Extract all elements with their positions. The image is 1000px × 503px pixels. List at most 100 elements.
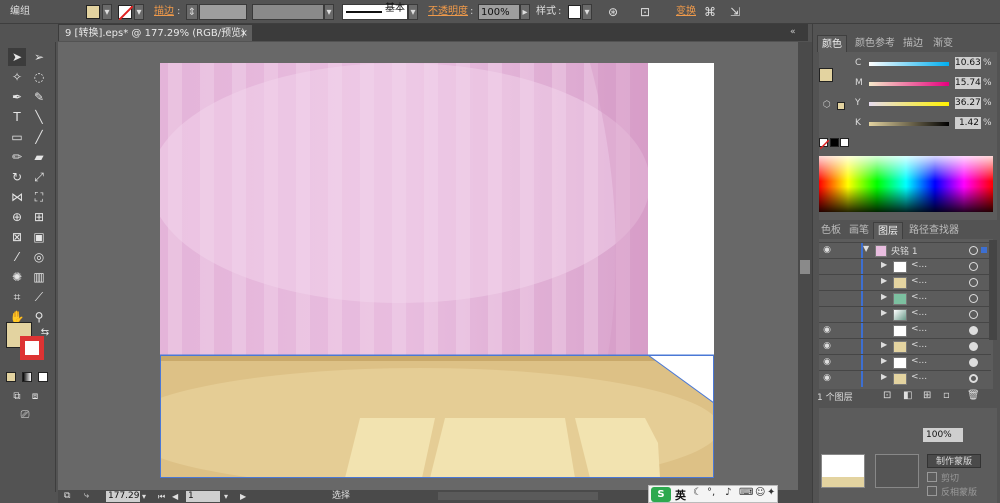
recolor-icon[interactable]: ⊛ [608,4,618,20]
pen-tool-icon[interactable]: ✒ [8,88,26,106]
shape-builder-tool-icon[interactable]: ⊕ [8,208,26,226]
horizontal-scrollbar[interactable] [438,492,598,500]
lasso-tool-icon[interactable]: ◌ [30,68,48,86]
white-swatch[interactable] [840,138,849,147]
mesh-tool-icon[interactable]: ⊠ [8,228,26,246]
swap-colors-icon[interactable]: ⇆ [36,324,54,342]
stroke-swatch[interactable] [118,5,134,21]
document-tab[interactable]: 9 [转换].eps* @ 177.29% (RGB/预览) × [58,24,253,41]
opacity-dropdown[interactable]: ▸ [520,4,530,20]
scroll-thumb[interactable] [800,260,810,274]
first-page-icon[interactable]: ⏮ [158,490,165,503]
screen-mode-icon[interactable]: ⎚ [16,406,34,424]
align-icon[interactable]: ⊡ [640,4,650,20]
color-mode-icon[interactable] [6,372,16,382]
transparency-opacity[interactable]: 100% [923,428,963,442]
transform-link[interactable]: 变换 [676,4,696,20]
rotate-tool-icon[interactable]: ↻ [8,168,26,186]
prev-page-icon[interactable]: ◀ [172,490,178,503]
gradient-mode-icon[interactable] [22,372,32,382]
eraser-tool-icon[interactable]: ▰ [30,148,48,166]
tab-gradient[interactable]: 渐变 [929,35,957,52]
layers-scrollbar[interactable] [989,240,997,340]
variable-width-dropdown[interactable]: ▾ [324,4,334,20]
tab-layers[interactable]: 图层 [873,222,903,239]
artboard[interactable] [160,63,714,478]
ime-mic-icon[interactable]: ♪ [725,487,731,498]
sublayer-row[interactable]: ◉ <... [819,322,991,339]
free-transform-tool-icon[interactable]: ⛶ [30,188,48,206]
new-layer-icon[interactable]: ▫ [943,390,950,401]
target-circle-icon[interactable] [969,278,978,287]
fill-swatch[interactable] [86,5,100,19]
vertical-scrollbar[interactable] [798,42,812,492]
tab-color-guide[interactable]: 颜色参考 [851,35,899,52]
stroke-weight-input[interactable] [199,4,247,20]
sublayer-row[interactable]: ◉ ▶ <... [819,370,991,387]
visibility-eye-icon[interactable]: ◉ [820,325,834,337]
zoom-dropdown[interactable]: ▾ [142,490,146,503]
close-icon[interactable]: × [240,25,248,42]
target-circle-icon[interactable] [969,310,978,319]
target-circle-icon[interactable] [969,262,978,271]
rectangle-tool-icon[interactable]: ▭ [8,128,26,146]
tab-color[interactable]: 颜色 [817,35,847,52]
ime-logo-icon[interactable]: S [651,487,671,502]
brush-select[interactable]: 基本 [342,3,408,20]
layer-row-main[interactable]: ◉ ▼ 央铭 1 [819,242,991,259]
m-value[interactable]: 15.74 [955,77,981,89]
mask-thumb[interactable] [875,454,919,488]
width-tool-icon[interactable]: ⋈ [8,188,26,206]
selection-tool-icon[interactable]: ➤ [8,48,26,66]
ime-tools-icon[interactable]: ✦ [767,487,775,498]
tab-swatches[interactable]: 色板 [817,222,845,239]
ime-toolbar[interactable]: S 英 ☾ °, ♪ ⌨ ☺ ✦ [648,485,778,503]
new-sublayer-icon[interactable]: ⊞ [923,390,931,401]
stroke-weight-stepper[interactable]: ⇕ [186,4,198,20]
target-circle-icon[interactable] [969,326,978,335]
type-tool-icon[interactable]: T [8,108,26,126]
delete-layer-icon[interactable]: 🗑 [967,390,980,401]
expand-triangle-icon[interactable]: ▼ [863,244,869,253]
target-circle-icon[interactable] [969,342,978,351]
stroke-dropdown[interactable]: ▾ [134,4,144,20]
tab-stroke[interactable]: 描边 [899,35,927,52]
c-value[interactable]: 10.63 [955,57,981,69]
draw-normal-icon[interactable]: ⧉ [8,388,26,406]
expand-triangle-icon[interactable]: ▶ [881,340,887,349]
make-mask-button[interactable]: 制作蒙版 [927,454,981,468]
sublayer-row[interactable]: ▶ <... [819,258,991,275]
page-dropdown[interactable]: ▾ [224,490,228,503]
fill-color-preview[interactable] [819,68,833,82]
target-circle-icon[interactable] [969,294,978,303]
artboard-tool-icon[interactable]: ⌗ [8,288,26,306]
visibility-eye-icon[interactable]: ◉ [820,357,834,369]
sublayer-row[interactable]: ◉ ▶ <... [819,354,991,371]
clipping-mask-icon[interactable]: ◧ [903,390,912,401]
isolate-icon[interactable]: ⌘ [704,4,716,20]
column-graph-tool-icon[interactable]: ▥ [30,268,48,286]
status-icon[interactable]: ⧉ [64,490,70,503]
page-input[interactable]: 1 [186,491,220,502]
gradient-tool-icon[interactable]: ▣ [30,228,48,246]
sublayer-row[interactable]: ▶ <... [819,274,991,291]
sublayer-row[interactable]: ◉ ▶ <... [819,338,991,355]
ime-keyboard-icon[interactable]: ⌨ [739,487,753,498]
visibility-eye-icon[interactable]: ◉ [820,245,834,257]
status-icon-2[interactable]: ⤷ [84,490,89,503]
c-slider[interactable] [869,62,949,66]
m-slider[interactable] [869,82,949,86]
scale-tool-icon[interactable]: ⤢ [30,168,48,186]
slice-tool-icon[interactable]: ⟋ [30,288,48,306]
draw-behind-icon[interactable]: ⧈ [26,388,44,406]
target-circle-icon[interactable] [969,358,978,367]
sublayer-row[interactable]: ▶ <... [819,290,991,307]
stroke-link[interactable]: 描边 [154,4,174,20]
direct-selection-tool-icon[interactable]: ➢ [30,48,48,66]
locate-object-icon[interactable]: ⊡ [883,390,891,401]
eyedropper-tool-icon[interactable]: ⁄ [8,248,26,266]
pencil-tool-icon[interactable]: ✏ [8,148,26,166]
tab-brushes[interactable]: 画笔 [845,222,873,239]
invert-mask-checkbox[interactable] [927,486,937,496]
magic-wand-tool-icon[interactable]: ✧ [8,68,26,86]
